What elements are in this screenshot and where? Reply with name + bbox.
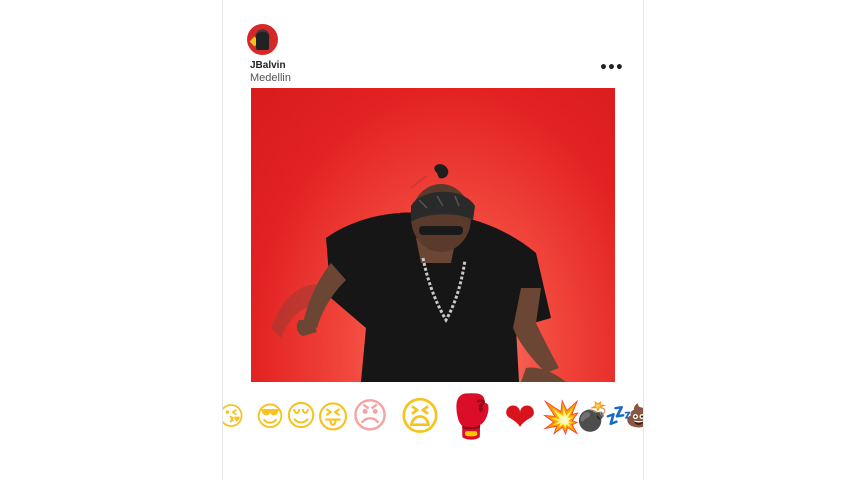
avatar-figure <box>256 32 269 50</box>
heart-emoji[interactable]: ❤ <box>495 392 545 442</box>
kiss-wink-emoji[interactable]: 😘 <box>223 392 247 442</box>
tongue-wink-emoji[interactable]: 😝 <box>315 392 351 442</box>
bomb-emoji[interactable]: 💣 <box>575 392 610 442</box>
post-photo[interactable] <box>251 88 615 382</box>
tired-emoji[interactable]: 😫 <box>395 392 445 442</box>
sunglasses-emoji[interactable]: 😎 <box>253 392 287 442</box>
angry-emoji[interactable]: 😠 <box>349 392 391 442</box>
reaction-bar: 😘😎😌😝😠😫🥊❤💥💣💤💩 <box>223 392 643 442</box>
username[interactable]: JBalvin <box>250 60 286 71</box>
boxing-glove-emoji[interactable]: 🥊 <box>445 392 497 442</box>
relieved-emoji[interactable]: 😌 <box>283 392 319 442</box>
post-card: JBalvin Medellin ••• 😎 😌 😝 😠 😫 🥊 ❤ 💥 💣 💤 <box>222 0 644 480</box>
avatar[interactable] <box>247 24 278 55</box>
dancer-illustration <box>271 164 566 382</box>
location[interactable]: Medellin <box>250 72 291 84</box>
poop-emoji[interactable]: 💩 <box>625 392 643 442</box>
more-options-button[interactable]: ••• <box>599 60 624 76</box>
stage: JBalvin Medellin ••• 😎 😌 😝 😠 😫 🥊 ❤ 💥 💣 💤 <box>0 0 852 480</box>
